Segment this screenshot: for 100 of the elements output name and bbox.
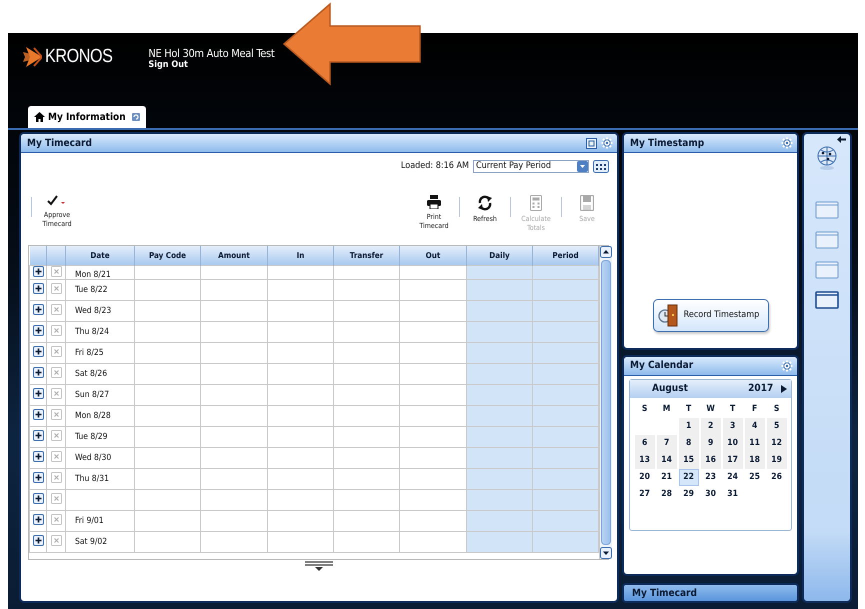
add-row-button[interactable] bbox=[32, 514, 44, 525]
calendar-day[interactable]: 11 bbox=[744, 434, 765, 452]
x-icon bbox=[50, 535, 62, 546]
plus-icon bbox=[32, 304, 44, 315]
calendar-day[interactable]: 30 bbox=[700, 486, 721, 502]
add-row-button[interactable] bbox=[32, 388, 44, 399]
calendar-day[interactable]: 29 bbox=[678, 486, 699, 502]
x-icon bbox=[50, 346, 62, 357]
add-row-button[interactable] bbox=[32, 325, 44, 336]
weekday-label: M bbox=[662, 402, 672, 416]
calendar-day[interactable]: 27 bbox=[634, 486, 655, 502]
plus-icon bbox=[32, 266, 44, 277]
calendar-day[interactable]: 31 bbox=[722, 486, 743, 502]
add-row-button[interactable] bbox=[32, 304, 44, 315]
add-row-button[interactable] bbox=[32, 266, 44, 277]
calendar-day[interactable]: 8 bbox=[678, 434, 699, 452]
user-name: NE Hol 30m Auto Meal Test bbox=[148, 47, 274, 60]
date-cell: Sat 8/26 bbox=[66, 364, 134, 384]
calendar-day[interactable]: 19 bbox=[766, 452, 787, 468]
sign-out-link[interactable]: Sign Out bbox=[148, 60, 274, 70]
window-icon bbox=[815, 261, 840, 279]
panel-title: My Timestamp bbox=[630, 138, 706, 148]
calendar-day[interactable]: 12 bbox=[766, 434, 787, 452]
date-cell: Thu 8/24 bbox=[66, 322, 134, 342]
panel-layout-button[interactable] bbox=[815, 291, 840, 309]
weekday-label: W bbox=[705, 402, 716, 416]
collapse-button[interactable] bbox=[837, 136, 846, 143]
add-row-button[interactable] bbox=[32, 346, 44, 357]
x-icon bbox=[50, 304, 62, 315]
add-row-button[interactable] bbox=[32, 409, 44, 420]
date-cell: Fri 9/01 bbox=[66, 510, 134, 532]
plus-icon bbox=[32, 451, 44, 462]
calendar-day[interactable]: 18 bbox=[744, 452, 765, 468]
calendar-day[interactable]: 21 bbox=[656, 468, 677, 486]
calendar-day[interactable]: 17 bbox=[722, 452, 743, 468]
window-icon bbox=[815, 201, 840, 219]
calendar-day[interactable]: 26 bbox=[766, 468, 787, 486]
calendar-day[interactable]: 10 bbox=[722, 434, 743, 452]
calendar-day[interactable]: 22 bbox=[678, 468, 699, 486]
column-header: Period bbox=[532, 246, 598, 266]
record-timestamp-button[interactable]: Record Timestamp bbox=[652, 298, 769, 332]
add-row-button[interactable] bbox=[32, 535, 44, 546]
plus-icon bbox=[32, 388, 44, 399]
next-month-button[interactable] bbox=[781, 384, 788, 392]
date-cell: Tue 8/22 bbox=[66, 280, 134, 300]
panel-title: My Calendar bbox=[630, 360, 694, 371]
calendar-day[interactable]: 23 bbox=[700, 468, 721, 486]
add-row-button[interactable] bbox=[32, 493, 44, 504]
plus-icon bbox=[32, 283, 44, 294]
calendar-day[interactable]: 6 bbox=[634, 434, 655, 452]
calendar-day[interactable]: 4 bbox=[744, 418, 765, 434]
calendar-day[interactable]: 13 bbox=[634, 452, 655, 468]
date-cell: Fri 8/25 bbox=[66, 342, 134, 364]
add-row-button[interactable] bbox=[32, 367, 44, 378]
weekday-label: S bbox=[640, 402, 648, 416]
calendar-day[interactable]: 20 bbox=[634, 468, 655, 486]
column-header: In bbox=[268, 246, 334, 266]
add-row-button[interactable] bbox=[32, 451, 44, 462]
x-icon bbox=[50, 388, 62, 399]
add-row-button[interactable] bbox=[32, 472, 44, 483]
logo-icon bbox=[22, 46, 42, 68]
plus-icon bbox=[32, 493, 44, 504]
clock-door-icon bbox=[658, 303, 680, 327]
column-header: Out bbox=[400, 246, 466, 266]
calendar-day[interactable]: 24 bbox=[722, 468, 743, 486]
collapsed-panel-bar[interactable]: My Timecard bbox=[622, 583, 800, 603]
calendar-day[interactable]: 5 bbox=[766, 418, 787, 434]
check-icon bbox=[47, 195, 67, 207]
calendar-day[interactable]: 14 bbox=[656, 452, 677, 468]
scroll-up-icon bbox=[600, 246, 612, 258]
maximize-icon bbox=[586, 138, 597, 148]
calendar-day[interactable]: 9 bbox=[700, 434, 721, 452]
date-cell: Tue 8/29 bbox=[66, 426, 134, 448]
scrollbar[interactable] bbox=[599, 246, 612, 559]
calendar-day[interactable]: 16 bbox=[700, 452, 721, 468]
column-header: Daily bbox=[466, 246, 532, 266]
calendar-day[interactable]: 2 bbox=[700, 418, 721, 434]
add-row-button[interactable] bbox=[32, 430, 44, 441]
add-row-button[interactable] bbox=[32, 283, 44, 294]
refresh-icon bbox=[132, 113, 140, 121]
calendar-day[interactable]: 1 bbox=[678, 418, 699, 434]
date-cell: Sun 8/27 bbox=[66, 384, 134, 406]
calendar-grid-icon bbox=[593, 160, 609, 172]
plus-icon bbox=[32, 430, 44, 441]
calendar-day[interactable]: 15 bbox=[678, 452, 699, 468]
calendar-day[interactable]: 25 bbox=[744, 468, 765, 486]
window-icon bbox=[815, 291, 840, 309]
tab[interactable]: My Information bbox=[28, 106, 146, 128]
date-cell: Wed 8/30 bbox=[66, 448, 134, 468]
next-icon bbox=[781, 384, 788, 392]
plus-icon bbox=[32, 346, 44, 357]
plus-icon bbox=[32, 514, 44, 525]
x-icon bbox=[50, 367, 62, 378]
calendar-day[interactable]: 28 bbox=[656, 486, 677, 502]
calendar-day[interactable]: 3 bbox=[722, 418, 743, 434]
x-icon bbox=[50, 472, 62, 483]
plus-icon bbox=[32, 472, 44, 483]
pay-period-dropdown[interactable]: Current Pay Period bbox=[473, 160, 589, 172]
x-icon bbox=[50, 325, 62, 336]
calendar-day[interactable]: 7 bbox=[656, 434, 677, 452]
